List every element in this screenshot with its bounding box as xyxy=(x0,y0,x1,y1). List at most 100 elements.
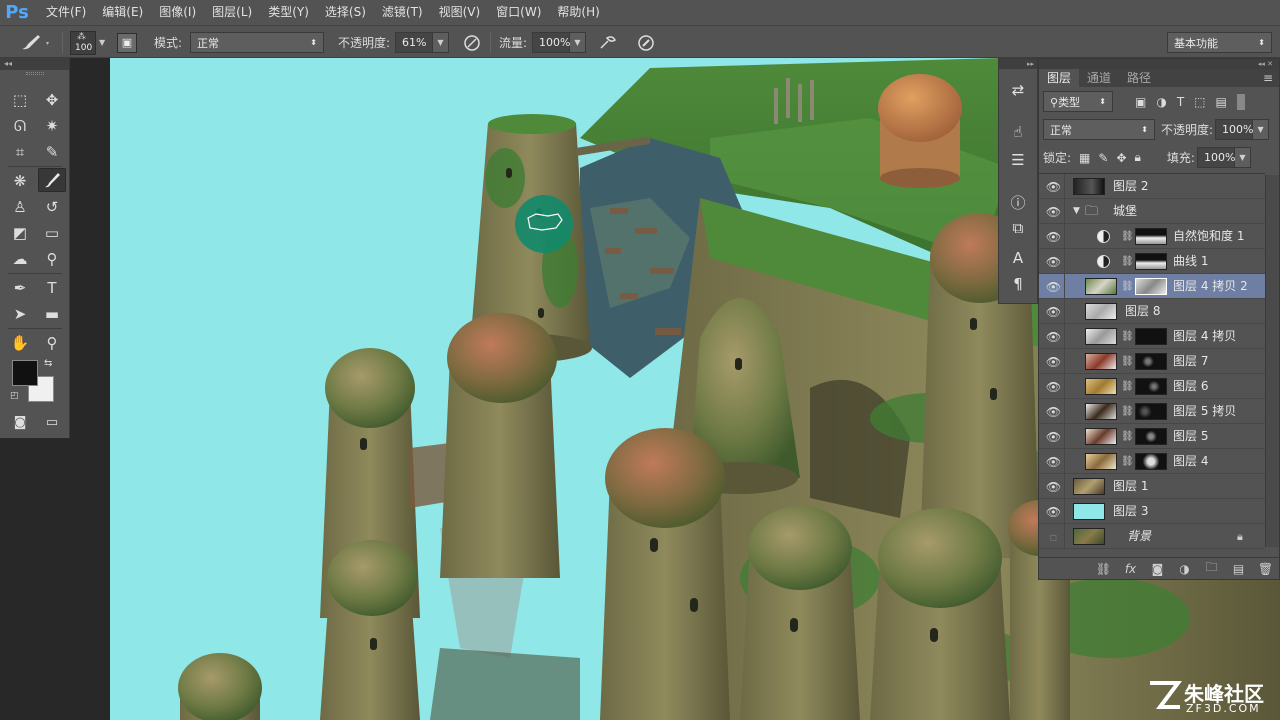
panel-grip[interactable] xyxy=(26,72,44,75)
marquee-tool-icon[interactable]: ⬚ xyxy=(6,88,34,112)
pressure-size-button[interactable] xyxy=(636,26,656,59)
filter-kind-dropdown[interactable]: ⚲类型 ⬍ xyxy=(1043,91,1113,112)
tab-paths[interactable]: 路径 xyxy=(1119,69,1159,87)
eye-icon[interactable]: 👁︎ xyxy=(1043,299,1065,324)
shape-filter-icon[interactable]: ⬚ xyxy=(1194,95,1205,109)
gradient-tool-icon[interactable]: ▭ xyxy=(38,221,66,245)
eye-icon[interactable]: 👁︎ xyxy=(1043,449,1065,474)
layer-name[interactable]: 图层 6 xyxy=(1173,374,1208,399)
blur-tool-icon[interactable]: ☁ xyxy=(6,247,34,271)
eye-icon[interactable]: 👁︎ xyxy=(1043,399,1065,424)
new-adjustment-icon[interactable]: ◑ xyxy=(1171,562,1198,576)
fill-slider-button[interactable]: ▼ xyxy=(1234,147,1251,168)
pressure-opacity-button[interactable] xyxy=(462,26,482,59)
group-name[interactable]: 城堡 xyxy=(1113,199,1137,224)
chain-link-icon[interactable]: ⛓ xyxy=(1121,224,1134,249)
layer-name[interactable]: 图层 8 xyxy=(1125,299,1160,324)
layer-row-selected[interactable]: 👁︎ ⛓ 图层 4 拷贝 2 xyxy=(1039,274,1265,299)
type-tool-icon[interactable]: T xyxy=(38,276,66,300)
menu-layer[interactable]: 图层(L) xyxy=(204,0,260,25)
lasso-tool-icon[interactable]: ᘏ xyxy=(6,114,34,138)
opacity-slider-button[interactable]: ▼ xyxy=(433,32,449,53)
pen-tool-icon[interactable]: ✒ xyxy=(6,276,34,300)
delete-layer-icon[interactable]: 🗑︎ xyxy=(1252,562,1279,576)
tool-preset-picker[interactable] xyxy=(18,26,50,59)
flow-slider-button[interactable]: ▼ xyxy=(570,32,586,53)
fill-input[interactable]: 100% xyxy=(1196,147,1235,168)
chain-link-icon[interactable]: ⛓ xyxy=(1121,449,1134,474)
chain-link-icon[interactable]: ⛓ xyxy=(1121,324,1134,349)
history-brush-tool-icon[interactable]: ↺ xyxy=(38,195,66,219)
layer-name[interactable]: 图层 1 xyxy=(1113,474,1148,499)
menu-image[interactable]: 图像(I) xyxy=(151,0,204,25)
chain-link-icon[interactable]: ⛓ xyxy=(1121,374,1134,399)
layer-row[interactable]: 👁︎ ⛓ 图层 6 xyxy=(1039,374,1265,399)
layer-mask-thumbnail[interactable] xyxy=(1135,378,1167,395)
layer-mask-thumbnail[interactable] xyxy=(1135,253,1167,270)
layer-name[interactable]: 图层 7 xyxy=(1173,349,1208,374)
lock-all-icon[interactable]: 🔒︎ xyxy=(1135,150,1141,165)
layer-name[interactable]: 图层 3 xyxy=(1113,499,1148,524)
healing-brush-tool-icon[interactable]: ❋ xyxy=(6,169,34,193)
add-mask-icon[interactable]: ◙ xyxy=(1144,562,1171,576)
new-layer-icon[interactable]: ▤ xyxy=(1225,562,1252,576)
crop-tool-icon[interactable]: ⌗ xyxy=(6,140,34,164)
hand-tool-icon[interactable]: ✋ xyxy=(6,331,34,355)
layer-row[interactable]: 👁︎ 图层 1 xyxy=(1039,474,1265,499)
eye-icon[interactable]: 👁︎ xyxy=(1043,199,1065,224)
eye-icon[interactable]: 👁︎ xyxy=(1043,349,1065,374)
tab-channels[interactable]: 通道 xyxy=(1079,69,1119,87)
airbrush-button[interactable] xyxy=(598,26,618,59)
menu-file[interactable]: 文件(F) xyxy=(38,0,94,25)
menu-edit[interactable]: 编辑(E) xyxy=(94,0,151,25)
layer-row-background[interactable]: ▫ 背景 🔒︎ xyxy=(1039,524,1265,549)
layer-name[interactable]: 图层 5 拷贝 xyxy=(1173,399,1236,424)
blend-mode-dropdown[interactable]: 正常 ⬍ xyxy=(1043,119,1155,140)
layer-mask-thumbnail[interactable] xyxy=(1135,453,1167,470)
group-expand-icon[interactable]: ▼ xyxy=(1073,199,1080,224)
history-panel-icon[interactable]: ⇄ xyxy=(1007,79,1029,101)
layer-mask-thumbnail[interactable] xyxy=(1135,403,1167,420)
chain-link-icon[interactable]: ⛓ xyxy=(1121,399,1134,424)
info-panel-icon[interactable]: ⓘ xyxy=(1007,191,1029,213)
layer-row[interactable]: 👁︎ ⛓ 图层 4 拷贝 xyxy=(1039,324,1265,349)
link-layers-icon[interactable]: ⛓ xyxy=(1090,562,1117,576)
eraser-tool-icon[interactable]: ◩ xyxy=(6,221,34,245)
brush-panel-toggle[interactable]: ▣ xyxy=(117,26,137,59)
brush-tool-icon[interactable] xyxy=(38,168,66,192)
chain-link-icon[interactable]: ⛓ xyxy=(1121,424,1134,449)
layer-mask-thumbnail[interactable] xyxy=(1135,353,1167,370)
dock-expand-icon[interactable]: ▸▸ xyxy=(999,59,1037,69)
zoom-tool-icon[interactable]: ⚲ xyxy=(38,331,66,355)
lock-transparency-icon[interactable]: ▦ xyxy=(1079,151,1090,165)
layer-name[interactable]: 图层 5 xyxy=(1173,424,1208,449)
eye-icon[interactable]: 👁︎ xyxy=(1043,374,1065,399)
adjustment-filter-icon[interactable]: ◑ xyxy=(1156,95,1166,109)
type-filter-icon[interactable]: T xyxy=(1177,95,1184,109)
layer-row[interactable]: 👁︎ ⛓ 曲线 1 xyxy=(1039,249,1265,274)
layer-row[interactable]: 👁︎ 图层 3 xyxy=(1039,499,1265,524)
workspace-dropdown[interactable]: 基本功能 ⬍ xyxy=(1167,32,1272,53)
eyedropper-tool-icon[interactable]: ✎ xyxy=(38,140,66,164)
magic-wand-tool-icon[interactable]: ✷ xyxy=(38,114,66,138)
path-selection-tool-icon[interactable]: ➤ xyxy=(6,302,34,326)
layer-row[interactable]: 👁︎ ⛓ 图层 5 拷贝 xyxy=(1039,399,1265,424)
eye-icon[interactable]: 👁︎ xyxy=(1043,249,1065,274)
layer-row[interactable]: 👁︎ ⛓ 自然饱和度 1 xyxy=(1039,224,1265,249)
layer-name[interactable]: 图层 4 xyxy=(1173,449,1208,474)
default-colors-icon[interactable]: ◰ xyxy=(10,391,19,401)
layer-row[interactable]: 👁︎ 图层 8 xyxy=(1039,299,1265,324)
eye-icon[interactable]: 👁︎ xyxy=(1043,324,1065,349)
new-group-icon[interactable]: 🗀 xyxy=(1198,558,1225,579)
visibility-off-box[interactable]: ▫ xyxy=(1043,524,1065,549)
layer-row[interactable]: 👁︎ ⛓ 图层 4 xyxy=(1039,449,1265,474)
layer-name[interactable]: 图层 4 拷贝 xyxy=(1173,324,1236,349)
chain-link-icon[interactable]: ⛓ xyxy=(1121,249,1134,274)
layer-mask-thumbnail[interactable] xyxy=(1135,428,1167,445)
menu-view[interactable]: 视图(V) xyxy=(431,0,489,25)
layer-name[interactable]: 图层 4 拷贝 2 xyxy=(1173,274,1248,299)
menu-window[interactable]: 窗口(W) xyxy=(488,0,549,25)
smartobject-filter-icon[interactable]: ▤ xyxy=(1216,95,1227,109)
eye-icon[interactable]: 👁︎ xyxy=(1043,174,1065,199)
mode-dropdown[interactable]: 正常 ⬍ xyxy=(190,32,324,53)
